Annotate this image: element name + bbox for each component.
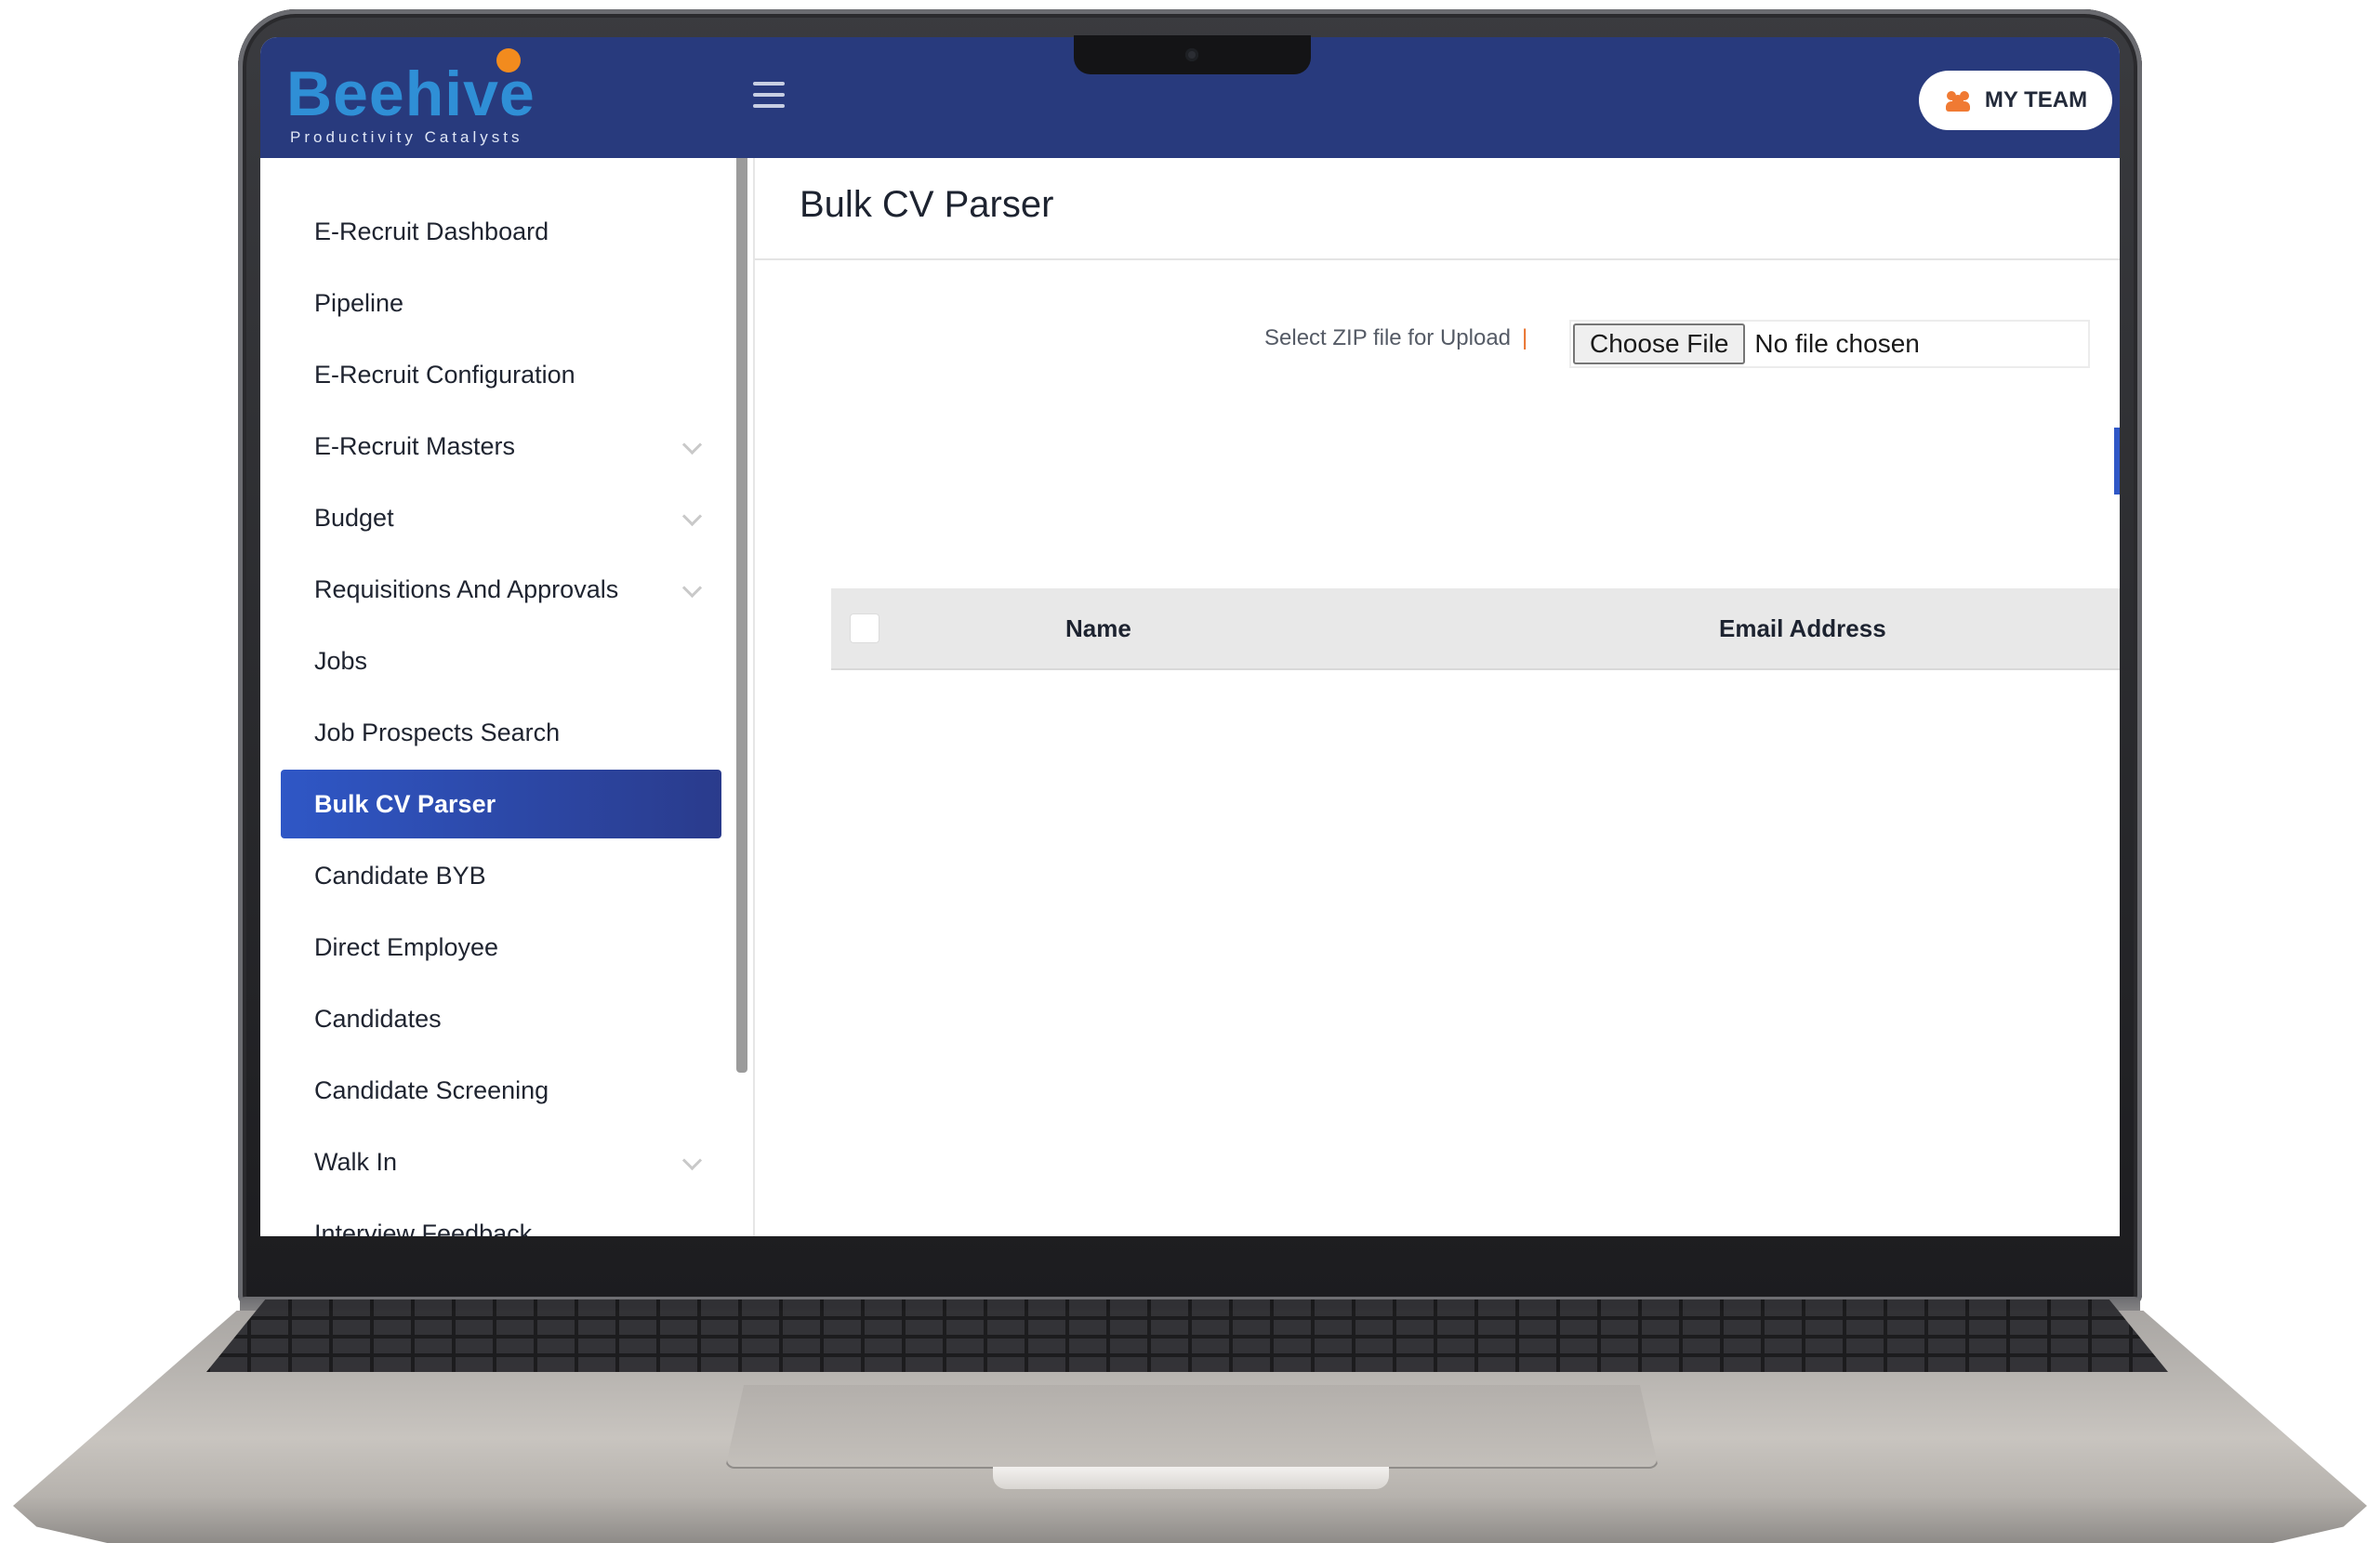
sidebar-item-label: Bulk CV Parser: [314, 789, 496, 818]
upload-label-text: Select ZIP file for Upload: [1264, 325, 1512, 350]
table-header: Name Email Address: [831, 588, 2120, 670]
chevron-down-icon[interactable]: [681, 577, 703, 599]
column-header-name[interactable]: Name: [1065, 614, 1131, 643]
sidebar-item-pipeline[interactable]: Pipeline: [281, 269, 727, 337]
required-mark: |: [1522, 325, 1528, 350]
sidebar-item-job-prospects-search[interactable]: Job Prospects Search: [281, 698, 727, 767]
sidebar-item-direct-employee[interactable]: Direct Employee: [281, 913, 727, 982]
select-all-checkbox[interactable]: [850, 613, 879, 643]
my-team-button[interactable]: MY TEAM: [1919, 71, 2112, 130]
sidebar-item-label: E-Recruit Masters: [314, 431, 516, 460]
app-screen: Beehive Productivity Catalysts MY TEAM E…: [260, 37, 2120, 1236]
sidebar-item-label: Walk In: [314, 1147, 398, 1176]
sidebar-item-label: Pipeline: [314, 288, 404, 317]
sidebar-item-requisitions-and-approvals[interactable]: Requisitions And Approvals: [281, 555, 727, 624]
sidebar-item-interview-feedback[interactable]: Interview Feedback: [281, 1199, 727, 1237]
team-icon: [1944, 89, 1972, 112]
sidebar-item-candidate-byb[interactable]: Candidate BYB: [281, 841, 727, 910]
sidebar-item-e-recruit-masters[interactable]: E-Recruit Masters: [281, 412, 727, 481]
upload-label: Select ZIP file for Upload |: [1264, 325, 1527, 351]
sidebar-item-label: Candidates: [314, 1004, 442, 1033]
logo-wordmark: Beehive: [286, 59, 536, 129]
sidebar-item-label: Direct Employee: [314, 932, 499, 961]
sidebar-item-label: Candidate Screening: [314, 1075, 549, 1104]
sidebar-scrollbar[interactable]: [736, 158, 747, 1073]
sidebar-item-walk-in[interactable]: Walk In: [281, 1128, 727, 1196]
sidebar-item-label: Requisitions And Approvals: [314, 574, 619, 603]
chevron-down-icon[interactable]: [681, 434, 703, 455]
title-divider: [755, 258, 2120, 260]
sidebar-item-candidate-screening[interactable]: Candidate Screening: [281, 1056, 727, 1125]
chevron-down-icon[interactable]: [681, 506, 703, 527]
sidebar: E-Recruit Dashboard Pipeline E-Recruit Con…: [260, 158, 755, 1236]
sidebar-item-budget[interactable]: Budget: [281, 483, 727, 552]
sidebar-item-label: Interview Feedback: [314, 1219, 533, 1237]
sidebar-item-bulk-cv-parser[interactable]: Bulk CV Parser: [281, 770, 721, 838]
sidebar-item-jobs[interactable]: Jobs: [281, 626, 727, 695]
zip-file-input[interactable]: Choose File No file chosen: [1569, 320, 2090, 368]
sidebar-item-label: E-Recruit Dashboard: [314, 217, 549, 245]
hamburger-icon[interactable]: [753, 82, 785, 108]
logo-tagline: Productivity Catalysts: [290, 128, 523, 146]
logo-person-icon: [496, 48, 521, 73]
choose-file-button[interactable]: Choose File: [1573, 323, 1746, 364]
sidebar-item-label: Candidate BYB: [314, 861, 486, 890]
camera-notch: [1074, 35, 1311, 74]
sidebar-item-label: Job Prospects Search: [314, 718, 561, 746]
camera-icon: [1185, 48, 1198, 61]
chevron-down-icon[interactable]: [681, 1150, 703, 1171]
sidebar-item-e-recruit-configuration[interactable]: E-Recruit Configuration: [281, 340, 727, 409]
sidebar-item-label: Jobs: [314, 646, 368, 675]
sidebar-item-label: Budget: [314, 503, 394, 532]
sidebar-item-e-recruit-dashboard[interactable]: E-Recruit Dashboard: [281, 197, 727, 266]
beehive-logo[interactable]: Beehive Productivity Catalysts: [286, 46, 547, 149]
page-title: Bulk CV Parser: [800, 184, 1054, 225]
sidebar-item-label: E-Recruit Configuration: [314, 360, 575, 389]
main-content: Bulk CV Parser Select ZIP file for Uploa…: [755, 158, 2120, 1236]
file-status: No file chosen: [1754, 329, 1920, 358]
column-header-email[interactable]: Email Address: [1719, 614, 1886, 643]
laptop-front-lip: [993, 1467, 1389, 1489]
laptop-keyboard: [206, 1299, 2168, 1372]
sidebar-nav: E-Recruit Dashboard Pipeline E-Recruit Con…: [281, 197, 727, 1236]
side-panel-tab[interactable]: [2114, 428, 2120, 495]
my-team-label: MY TEAM: [1984, 87, 2088, 112]
laptop-trackpad: [725, 1385, 1659, 1469]
sidebar-item-candidates[interactable]: Candidates: [281, 984, 727, 1053]
